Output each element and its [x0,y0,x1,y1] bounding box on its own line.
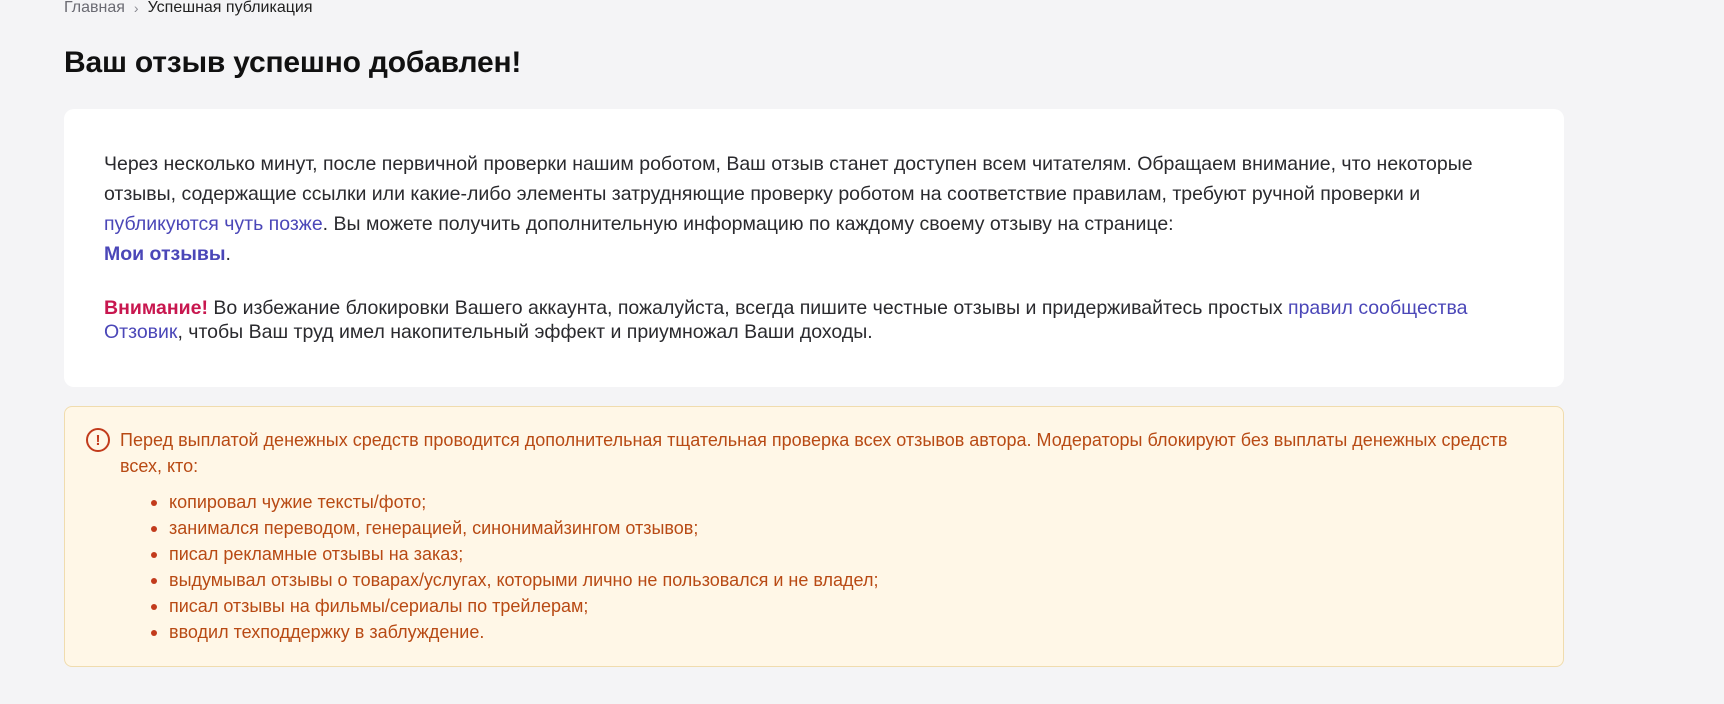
violations-list: копировал чужие тексты/фото; занимался п… [120,489,1523,645]
warning-text-part-2: , чтобы Ваш труд имел накопительный эффе… [177,321,873,343]
warning-text-part-1: Во избежание блокировки Вашего аккаунта,… [207,297,1289,319]
list-item: писал рекламные отзывы на заказ; [151,541,1523,567]
list-item: копировал чужие тексты/фото; [151,489,1523,515]
info-text-part-1: Через несколько минут, после первичной п… [104,153,1473,205]
warning-label: Внимание! [104,297,208,319]
info-text-part-2: . Вы можете получить дополнительную инфо… [322,213,1174,235]
warning-paragraph: Внимание! Во избежание блокировки Вашего… [104,296,1524,344]
breadcrumb-current: Успешная публикация [147,0,313,16]
payout-notice: ! Перед выплатой денежных средств провод… [64,406,1564,667]
exclamation-circle-icon: ! [86,428,110,452]
my-reviews-link[interactable]: Мои отзывы [104,243,226,265]
breadcrumb-home-link[interactable]: Главная [64,0,125,18]
page-title: Ваш отзыв успешно добавлен! [64,46,522,79]
published-later-link[interactable]: публикуются чуть позже [104,213,323,235]
list-item: выдумывал отзывы о товарах/услугах, кото… [151,567,1523,593]
success-page: Главная › Успешная публикация Ваш отзыв … [0,0,1724,704]
info-paragraph: Через несколько минут, после первичной п… [104,149,1524,269]
list-item: вводил техподдержку в заблуждение. [151,619,1523,645]
breadcrumb: Главная › Успешная публикация [64,0,313,18]
info-text-end: . [225,243,231,265]
list-item: писал отзывы на фильмы/сериалы по трейле… [151,593,1523,619]
breadcrumb-separator-icon: › [133,0,139,16]
success-message-card: Через несколько минут, после первичной п… [64,109,1564,387]
list-item: занимался переводом, генерацией, синоним… [151,515,1523,541]
notice-text: Перед выплатой денежных средств проводит… [120,430,1508,476]
